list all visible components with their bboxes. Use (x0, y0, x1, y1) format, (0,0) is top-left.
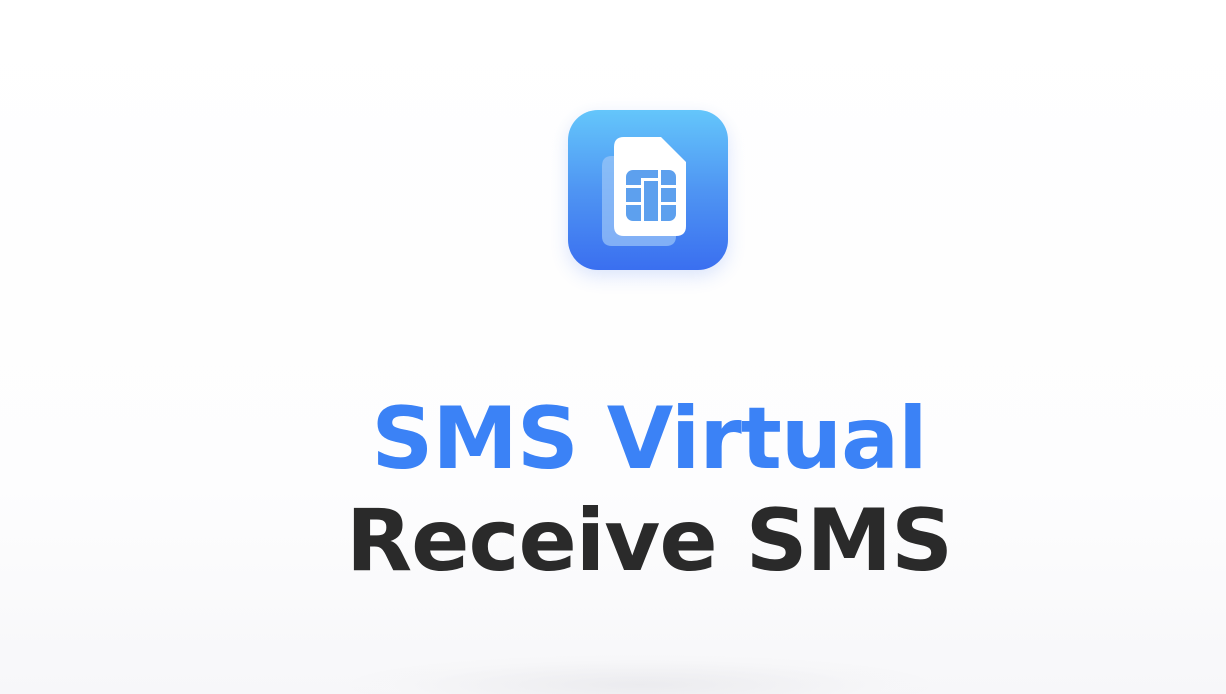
sim-card-icon (602, 137, 686, 246)
title-line-secondary: Receive SMS (345, 491, 953, 591)
title-line-primary: SMS Virtual (371, 389, 927, 489)
app-title: SMS Virtual Receive SMS (0, 388, 1226, 592)
splash-screen: SMS Virtual Receive SMS (0, 0, 1226, 694)
app-logo (568, 110, 728, 270)
bottom-shadow-decoration (350, 655, 930, 694)
